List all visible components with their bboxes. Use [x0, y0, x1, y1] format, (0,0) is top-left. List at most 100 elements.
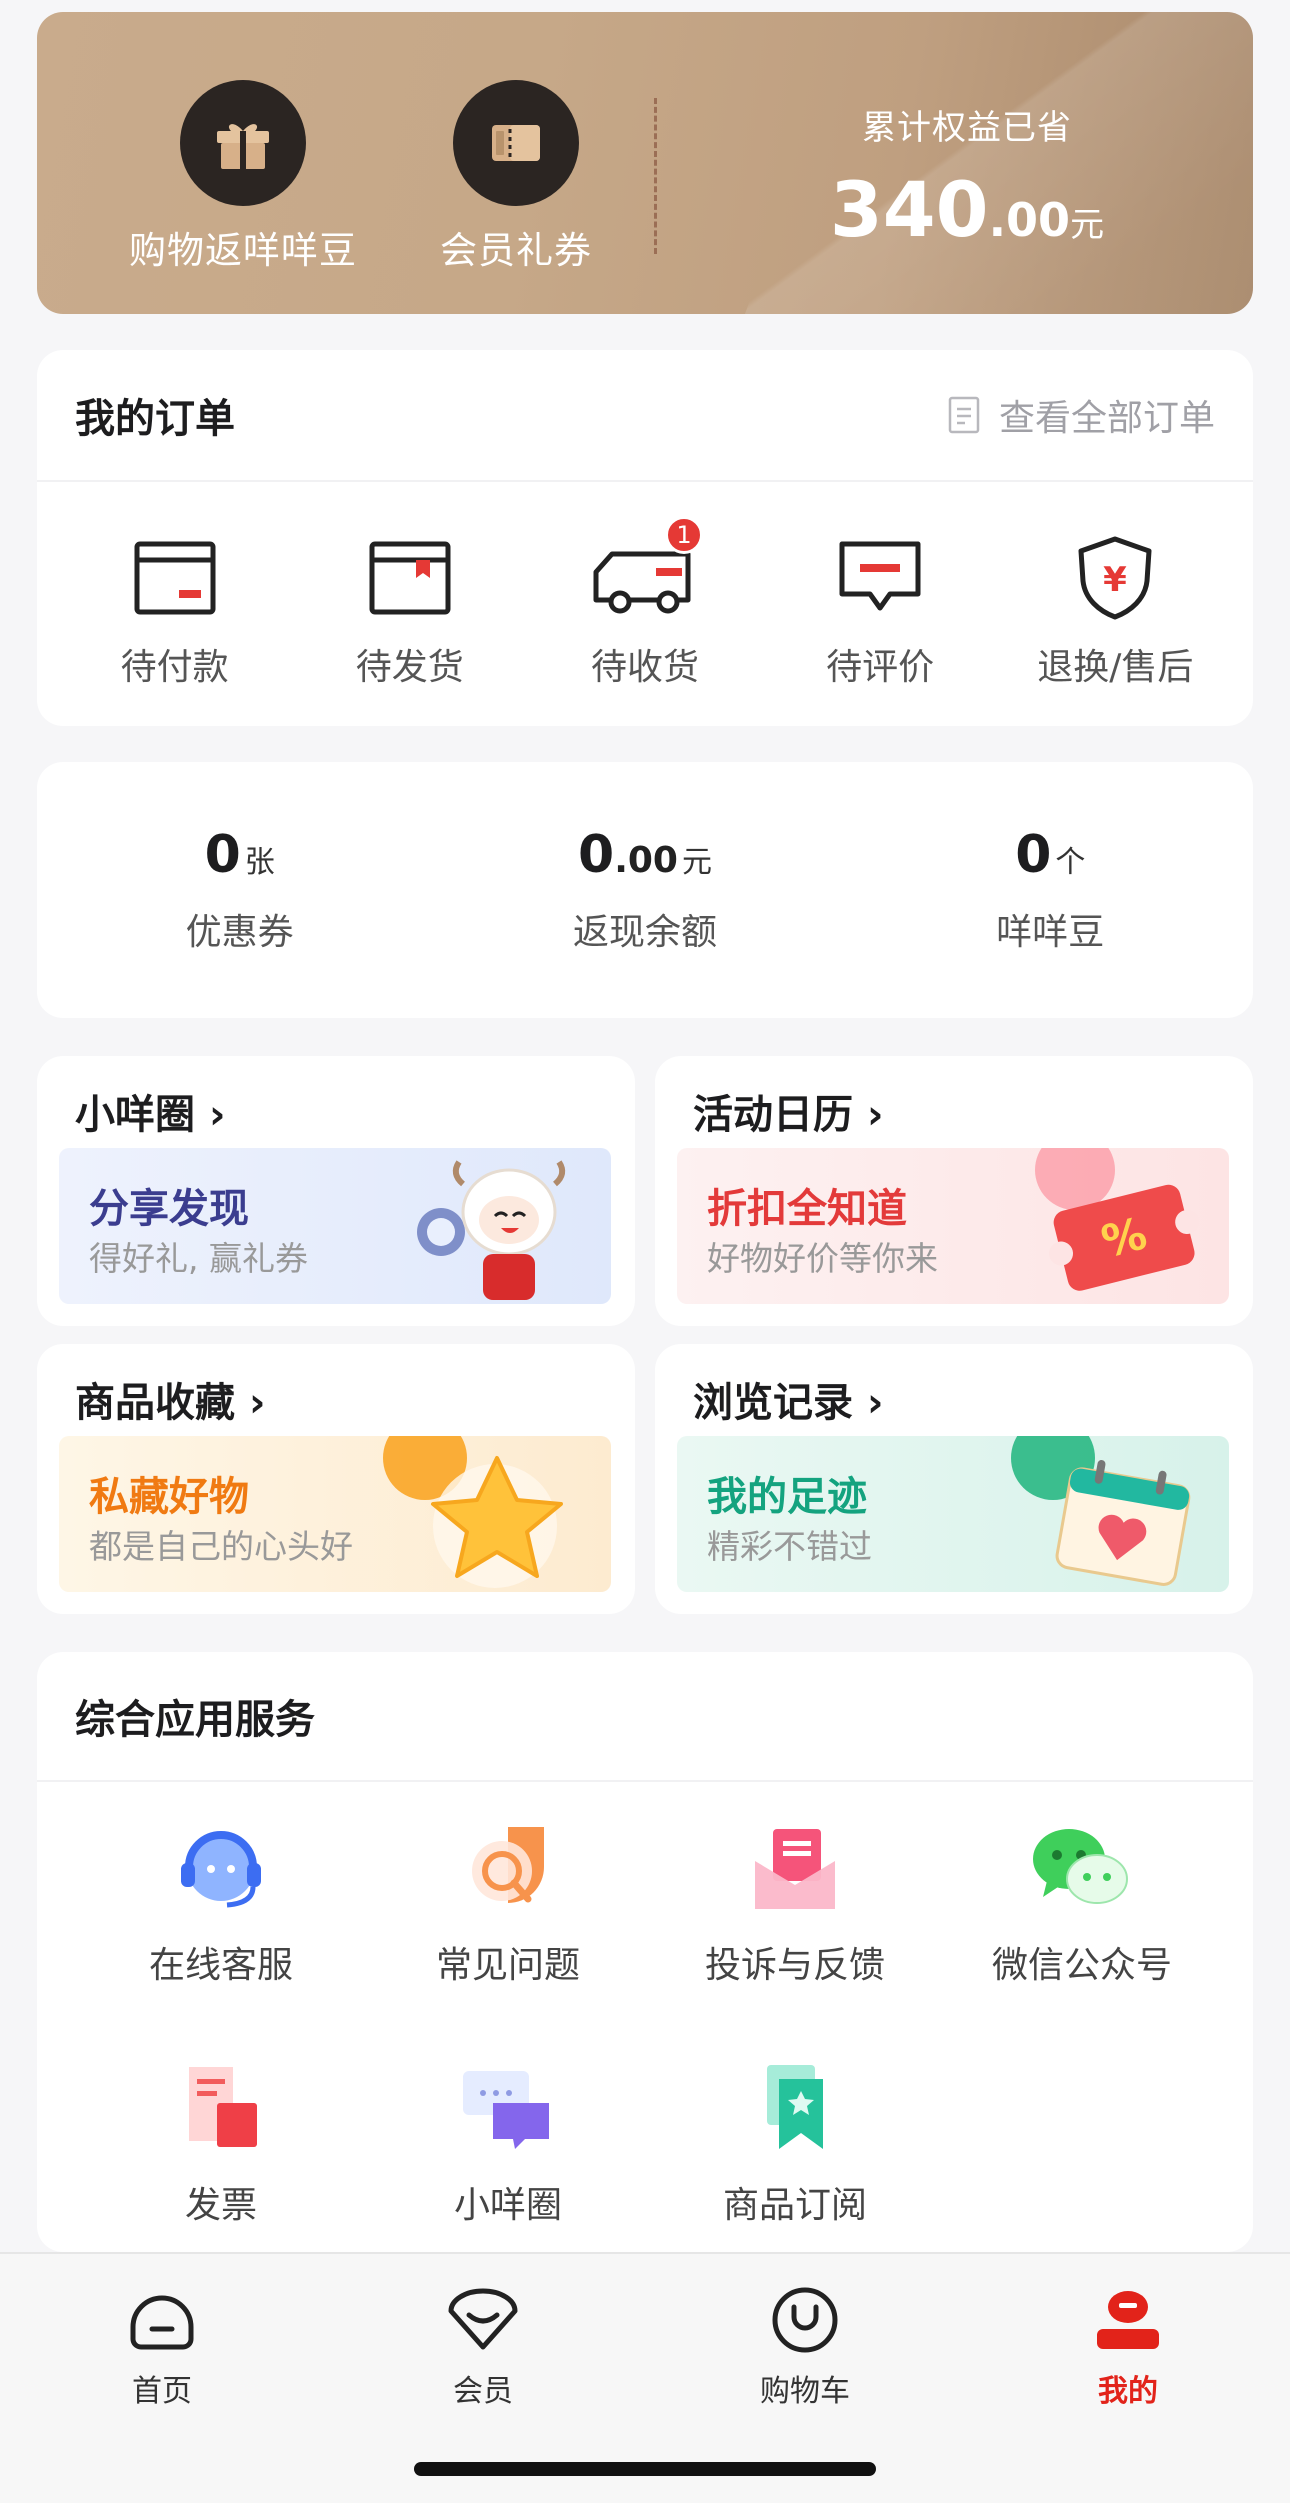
service-label: 在线客服 — [148, 1945, 293, 1986]
discount-coupon-icon: % — [1009, 1148, 1209, 1304]
services-title: 综合应用服务 — [75, 1697, 315, 1743]
benefit-label: 购物返咩咩豆 — [129, 229, 357, 272]
service-label: 商品订阅 — [722, 2185, 867, 2226]
order-pending-payment[interactable]: 待付款 — [75, 528, 275, 690]
invoice-icon — [91, 2052, 351, 2162]
benefit-member-coupons[interactable]: 会员礼券 — [386, 80, 646, 274]
service-product-subscription[interactable]: 商品订阅 — [665, 2052, 925, 2228]
shield-yen-icon: ¥ — [1015, 528, 1215, 628]
bookmark-icon — [665, 2052, 925, 2162]
service-invoice[interactable]: 发票 — [91, 2052, 351, 2228]
chevron-right-icon: › — [866, 1380, 884, 1426]
stat-unit: 个 — [1055, 845, 1086, 880]
faq-icon — [378, 1812, 638, 1922]
tile-browsing-history[interactable]: 浏览记录 › 我的足迹 精彩不错过 — [655, 1344, 1253, 1614]
stat-unit: 张 — [244, 845, 275, 880]
nav-label: 会员 — [453, 2374, 513, 2409]
gift-icon — [180, 80, 306, 206]
order-label: 退换/售后 — [1037, 647, 1194, 688]
tile-heading: 折扣全知道 — [707, 1186, 907, 1232]
svg-text:¥: ¥ — [1104, 560, 1128, 600]
orders-header: 我的订单 查看全部订单 — [37, 350, 1253, 482]
tile-banner: 我的足迹 精彩不错过 — [677, 1436, 1229, 1592]
member-icon — [383, 2280, 583, 2360]
service-online-support[interactable]: 在线客服 — [91, 1812, 351, 1988]
tile-subtitle: 都是自己的心头好 — [89, 1527, 353, 1566]
stat-cashback[interactable]: 0.00 元 返现余额 — [495, 825, 795, 955]
feedback-icon — [665, 1812, 925, 1922]
service-complaints-feedback[interactable]: 投诉与反馈 — [665, 1812, 925, 1988]
chat-bubbles-icon — [378, 2052, 638, 2162]
service-label: 常见问题 — [435, 1945, 580, 1986]
home-icon — [62, 2280, 262, 2360]
truck-icon: 1 — [545, 516, 745, 628]
savings-amount: 340.00元 — [757, 165, 1177, 254]
service-faq[interactable]: 常见问题 — [378, 1812, 638, 1988]
stat-coupons[interactable]: 0张 优惠券 — [90, 825, 390, 955]
stat-beans[interactable]: 0个 咩咩豆 — [900, 825, 1200, 955]
wallet-icon — [75, 528, 275, 628]
order-after-sales[interactable]: ¥ 退换/售后 — [1015, 528, 1215, 690]
tile-subtitle: 得好礼, 赢礼券 — [89, 1239, 308, 1278]
nav-label: 我的 — [1098, 2374, 1158, 2409]
benefit-rebate-beans[interactable]: 购物返咩咩豆 — [113, 80, 373, 274]
savings-title: 累计权益已省 — [862, 108, 1072, 148]
tile-heading: 分享发现 — [89, 1186, 249, 1232]
total-savings: 累计权益已省 340.00元 — [757, 100, 1177, 254]
nav-cart[interactable]: 购物车 — [705, 2280, 905, 2410]
chevron-right-icon: › — [866, 1092, 884, 1138]
tile-title: 小咩圈 › — [75, 1092, 226, 1138]
stat-value: 0 — [1015, 825, 1052, 885]
tile-title: 浏览记录 › — [693, 1380, 884, 1426]
sheep-mascot-icon — [401, 1154, 571, 1304]
savings-integer: 340 — [829, 165, 989, 254]
tile-subtitle: 精彩不错过 — [707, 1527, 872, 1566]
profile-icon — [1028, 2280, 1228, 2360]
nav-profile[interactable]: 我的 — [1028, 2280, 1228, 2410]
tile-banner: 折扣全知道 好物好价等你来 % — [677, 1148, 1229, 1304]
savings-decimal: .00 — [988, 193, 1071, 247]
service-wechat-official[interactable]: 微信公众号 — [952, 1812, 1212, 1988]
tile-activity-calendar[interactable]: 活动日历 › 折扣全知道 好物好价等你来 % — [655, 1056, 1253, 1326]
order-pending-review[interactable]: 待评价 — [780, 528, 980, 690]
service-label: 投诉与反馈 — [704, 1945, 885, 1986]
stat-unit: 元 — [681, 845, 712, 880]
benefit-label: 会员礼券 — [440, 229, 592, 272]
services-header: 综合应用服务 — [37, 1652, 1253, 1782]
tile-banner: 私藏好物 都是自己的心头好 — [59, 1436, 611, 1592]
tile-community[interactable]: 小咩圈 › 分享发现 得好礼, 赢礼券 — [37, 1056, 635, 1326]
package-icon — [310, 528, 510, 628]
tile-favorites[interactable]: 商品收藏 › 私藏好物 都是自己的心头好 — [37, 1344, 635, 1614]
order-label: 待付款 — [120, 647, 229, 688]
banner-divider — [654, 98, 657, 254]
stat-label: 咩咩豆 — [996, 912, 1105, 953]
stat-value: 0 — [578, 825, 615, 885]
chevron-right-icon: › — [248, 1380, 266, 1426]
view-all-orders-link[interactable]: 查看全部订单 — [947, 389, 1215, 441]
services-card: 综合应用服务 在线客服 常见问题 投诉与反馈 微信公众号 发票 小咩圈 商品订阅 — [37, 1652, 1253, 2252]
service-community[interactable]: 小咩圈 — [378, 2052, 638, 2228]
tile-title: 商品收藏 › — [75, 1380, 266, 1426]
wechat-icon — [952, 1812, 1212, 1922]
cart-icon — [705, 2280, 905, 2360]
nav-label: 首页 — [132, 2374, 192, 2409]
nav-member[interactable]: 会员 — [383, 2280, 583, 2410]
stat-label: 优惠券 — [185, 912, 294, 953]
ticket-icon — [453, 80, 579, 206]
order-pending-shipment[interactable]: 待发货 — [310, 528, 510, 690]
star-icon — [375, 1436, 575, 1592]
order-label: 待收货 — [590, 647, 699, 688]
tile-heading: 私藏好物 — [89, 1474, 249, 1520]
calendar-heart-icon — [999, 1436, 1199, 1592]
orders-title: 我的订单 — [75, 396, 235, 442]
stat-label: 返现余额 — [572, 912, 717, 953]
order-count-badge: 1 — [664, 516, 703, 554]
nav-home[interactable]: 首页 — [62, 2280, 262, 2410]
tile-title: 活动日历 › — [693, 1092, 884, 1138]
home-indicator — [414, 2462, 876, 2476]
order-pending-receipt[interactable]: 1 待收货 — [545, 516, 745, 690]
member-benefits-banner[interactable]: 购物返咩咩豆 会员礼券 累计权益已省 340.00元 — [37, 12, 1253, 314]
order-label: 待发货 — [355, 647, 464, 688]
tile-heading: 我的足迹 — [707, 1474, 867, 1520]
tile-subtitle: 好物好价等你来 — [707, 1239, 938, 1278]
